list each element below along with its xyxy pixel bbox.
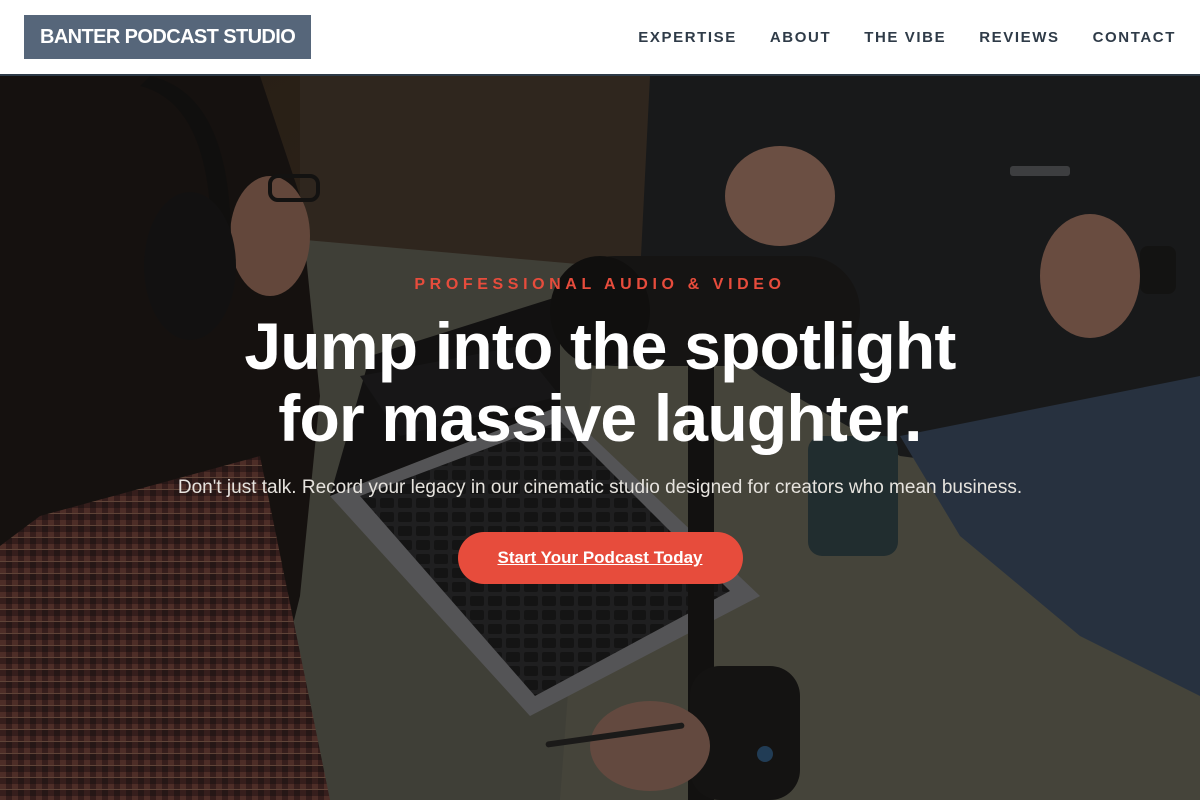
site-header: BANTER PODCAST STUDIO EXPERTISE ABOUT TH… <box>0 0 1200 76</box>
hero-subtext: Don't just talk. Record your legacy in o… <box>177 477 1023 498</box>
nav-link-the-vibe[interactable]: THE VIBE <box>864 29 946 46</box>
nav-link-reviews[interactable]: REVIEWS <box>979 29 1059 46</box>
hero-content: PROFESSIONAL AUDIO & VIDEO Jump into the… <box>0 274 1200 584</box>
site-logo[interactable]: BANTER PODCAST STUDIO <box>24 15 312 59</box>
main-nav: EXPERTISE ABOUT THE VIBE REVIEWS CONTACT <box>605 29 1176 46</box>
nav-link-contact[interactable]: CONTACT <box>1093 29 1176 46</box>
hero-headline: Jump into the spotlight for massive laug… <box>0 310 1200 454</box>
hero-headline-line-2: for massive laughter. <box>278 381 922 455</box>
start-podcast-button[interactable]: Start Your Podcast Today <box>457 532 743 584</box>
nav-link-expertise[interactable]: EXPERTISE <box>638 29 737 46</box>
hero-eyebrow: PROFESSIONAL AUDIO & VIDEO <box>414 276 786 293</box>
hero-section: PROFESSIONAL AUDIO & VIDEO Jump into the… <box>0 76 1200 800</box>
hero-headline-line-1: Jump into the spotlight <box>244 309 956 383</box>
nav-link-about[interactable]: ABOUT <box>770 29 831 46</box>
